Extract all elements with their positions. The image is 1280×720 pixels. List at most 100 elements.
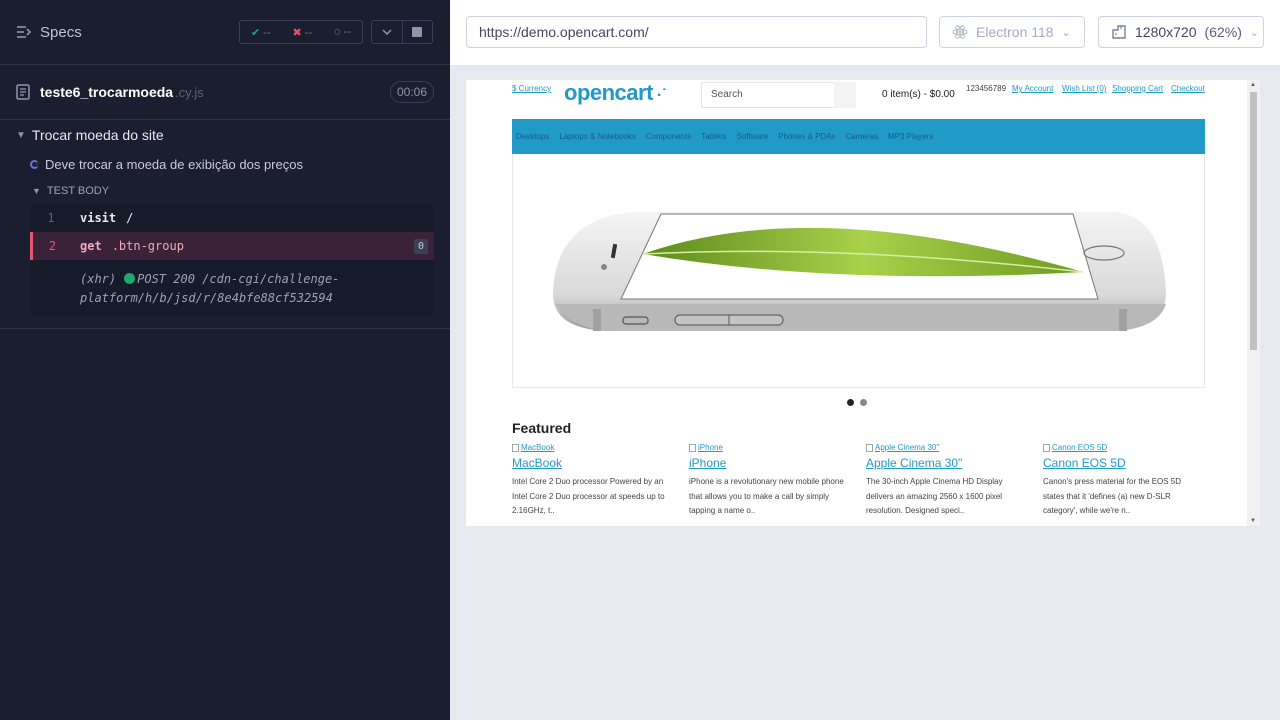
scrollbar-thumb[interactable] bbox=[1250, 92, 1257, 350]
product-name-link[interactable]: MacBook bbox=[512, 456, 689, 470]
xhr-label: (xhr) bbox=[80, 272, 117, 286]
check-icon: ✔ bbox=[250, 26, 261, 39]
product-description: iPhone is a revolutionary new mobile pho… bbox=[689, 477, 844, 515]
search-button[interactable] bbox=[834, 82, 856, 108]
pending-stat: ◌ -- bbox=[334, 26, 351, 38]
menu-item-laptops[interactable]: Laptops & Notebooks bbox=[559, 132, 636, 141]
stop-button[interactable] bbox=[403, 21, 433, 43]
url-bar[interactable]: https://demo.opencart.com/ bbox=[466, 16, 927, 48]
iphone-banner-image bbox=[553, 212, 1166, 331]
product-description: The 30-inch Apple Cinema HD Display deli… bbox=[866, 477, 1003, 515]
command-message: / bbox=[126, 211, 134, 225]
specs-list-icon bbox=[17, 26, 32, 38]
my-account-link[interactable]: My Account bbox=[1012, 84, 1053, 93]
browser-name: Electron 118 bbox=[976, 24, 1054, 40]
electron-icon bbox=[952, 25, 968, 39]
spinner-icon: ◌ bbox=[334, 26, 341, 38]
aut-header: https://demo.opencart.com/ Electron 118 … bbox=[450, 0, 1280, 65]
test-body-header[interactable]: ▼ TEST BODY bbox=[0, 178, 450, 204]
test-title: Deve trocar a moeda de exibição dos preç… bbox=[45, 156, 303, 172]
product-image-broken[interactable]: Apple Cinema 30" bbox=[866, 441, 1043, 454]
chevron-down-icon bbox=[382, 29, 392, 35]
command-number: 1 bbox=[47, 211, 55, 225]
product-description: Canon's press material for the EOS 5D st… bbox=[1043, 477, 1182, 515]
menu-item-cameras[interactable]: Cameras bbox=[846, 132, 878, 141]
chevron-down-icon: ▼ bbox=[32, 186, 41, 196]
menu-item-desktops[interactable]: Desktops bbox=[516, 132, 549, 141]
test-body-label: TEST BODY bbox=[46, 185, 110, 197]
command-name: visit bbox=[80, 211, 117, 225]
phone-number: 123456789 bbox=[966, 84, 1007, 93]
collapse-all-button[interactable] bbox=[372, 21, 403, 43]
passed-stat: ✔ -- bbox=[250, 26, 271, 39]
suite-title-row[interactable]: ▼ Trocar moeda do site bbox=[0, 120, 450, 150]
hero-slideshow[interactable] bbox=[512, 154, 1205, 388]
featured-heading: Featured bbox=[512, 420, 572, 436]
browser-selector[interactable]: Electron 118 ⌄ bbox=[939, 16, 1085, 48]
spec-file-header: teste6_trocarmoeda .cy.js 00:06 bbox=[0, 65, 450, 120]
product-description: Intel Core 2 Duo processor Powered by an… bbox=[512, 477, 665, 515]
product-name-link[interactable]: Canon EOS 5D bbox=[1043, 456, 1220, 470]
product-card: Canon EOS 5D Canon EOS 5D Canon's press … bbox=[1043, 441, 1220, 519]
divider bbox=[0, 328, 450, 329]
search-input[interactable]: Search bbox=[701, 82, 856, 108]
featured-products: MacBook MacBook Intel Core 2 Duo process… bbox=[512, 441, 1222, 519]
xhr-log-entry[interactable]: (xhr) POST 200 /cdn-cgi/challenge- platfo… bbox=[30, 260, 434, 316]
product-name-link[interactable]: iPhone bbox=[689, 456, 866, 470]
runner-controls bbox=[371, 20, 433, 44]
xhr-line-2: platform/h/b/jsd/r/8e4bfe88cf532594 bbox=[80, 291, 333, 305]
spec-duration: 00:06 bbox=[389, 81, 434, 103]
product-name-link[interactable]: Apple Cinema 30" bbox=[866, 456, 1043, 470]
specs-toggle-button[interactable]: Specs bbox=[16, 24, 82, 41]
scroll-down-arrow-icon[interactable]: ▼ bbox=[1250, 518, 1256, 524]
running-spinner-icon bbox=[30, 159, 39, 169]
product-image-broken[interactable]: MacBook bbox=[512, 441, 689, 454]
xhr-line-1: POST 200 /cdn-cgi/challenge- bbox=[137, 272, 340, 286]
checkout-link[interactable]: Checkout bbox=[1171, 84, 1205, 93]
opencart-logo[interactable]: opencart ·˙ bbox=[564, 80, 667, 106]
broken-image-icon bbox=[512, 443, 519, 452]
product-card: iPhone iPhone iPhone is a revolutionary … bbox=[689, 441, 866, 519]
menu-item-mp3[interactable]: MP3 Players bbox=[888, 132, 933, 141]
menu-item-tablets[interactable]: Tablets bbox=[701, 132, 726, 141]
product-card: Apple Cinema 30" Apple Cinema 30" The 30… bbox=[866, 441, 1043, 519]
specs-label: Specs bbox=[40, 23, 82, 41]
command-name: get bbox=[80, 239, 102, 253]
viewport-scale: (62%) bbox=[1204, 24, 1242, 40]
category-menu: Desktops Laptops & Notebooks Components … bbox=[512, 119, 1205, 154]
iframe-scrollbar[interactable]: ▲ ▼ bbox=[1247, 80, 1260, 526]
chevron-down-icon: ⌄ bbox=[1061, 26, 1071, 39]
cypress-runner-panel: Specs ✔ -- ✖ -- ◌ -- teste6_trocarmoeda … bbox=[0, 0, 450, 720]
wish-list-link[interactable]: Wish List (0) bbox=[1062, 84, 1106, 93]
command-row[interactable]: 1 visit / bbox=[30, 204, 434, 232]
runner-header: Specs ✔ -- ✖ -- ◌ -- bbox=[0, 0, 450, 65]
slide-dot-active[interactable] bbox=[847, 399, 854, 406]
shopping-cart-link[interactable]: Shopping Cart bbox=[1112, 84, 1163, 93]
stop-icon bbox=[412, 27, 423, 37]
slide-pagination bbox=[847, 399, 867, 406]
ruler-icon bbox=[1112, 25, 1126, 39]
slide-dot[interactable] bbox=[860, 399, 867, 406]
product-image-broken[interactable]: Canon EOS 5D bbox=[1043, 441, 1220, 454]
currency-dropdown[interactable]: $ Currency bbox=[512, 84, 551, 93]
product-image-broken[interactable]: iPhone bbox=[689, 441, 866, 454]
x-icon: ✖ bbox=[292, 26, 302, 39]
aut-iframe: $ Currency opencart ·˙ Search 0 item(s) … bbox=[466, 80, 1260, 526]
broken-image-icon bbox=[866, 443, 873, 452]
status-dot-icon bbox=[124, 273, 136, 284]
test-title-row[interactable]: Deve trocar a moeda de exibição dos preç… bbox=[0, 150, 450, 178]
opencart-top: $ Currency opencart ·˙ Search 0 item(s) … bbox=[466, 80, 1260, 118]
viewport-selector[interactable]: 1280x720 (62%) ⌄ bbox=[1098, 16, 1264, 48]
viewport-size: 1280x720 bbox=[1135, 24, 1197, 40]
document-icon bbox=[16, 84, 30, 100]
product-card: MacBook MacBook Intel Core 2 Duo process… bbox=[512, 441, 689, 519]
spec-file-ext: .cy.js bbox=[175, 84, 204, 100]
scroll-up-arrow-icon[interactable]: ▲ bbox=[1250, 82, 1256, 88]
menu-item-components[interactable]: Components bbox=[646, 132, 691, 141]
suite-title: Trocar moeda do site bbox=[31, 127, 164, 143]
cart-total[interactable]: 0 item(s) - $0.00 bbox=[882, 89, 955, 100]
menu-item-phones[interactable]: Phones & PDAs bbox=[778, 132, 835, 141]
test-stats: ✔ -- ✖ -- ◌ -- bbox=[239, 20, 363, 44]
menu-item-software[interactable]: Software bbox=[737, 132, 769, 141]
command-row-active[interactable]: 2 get .btn-group 0 bbox=[30, 232, 434, 260]
